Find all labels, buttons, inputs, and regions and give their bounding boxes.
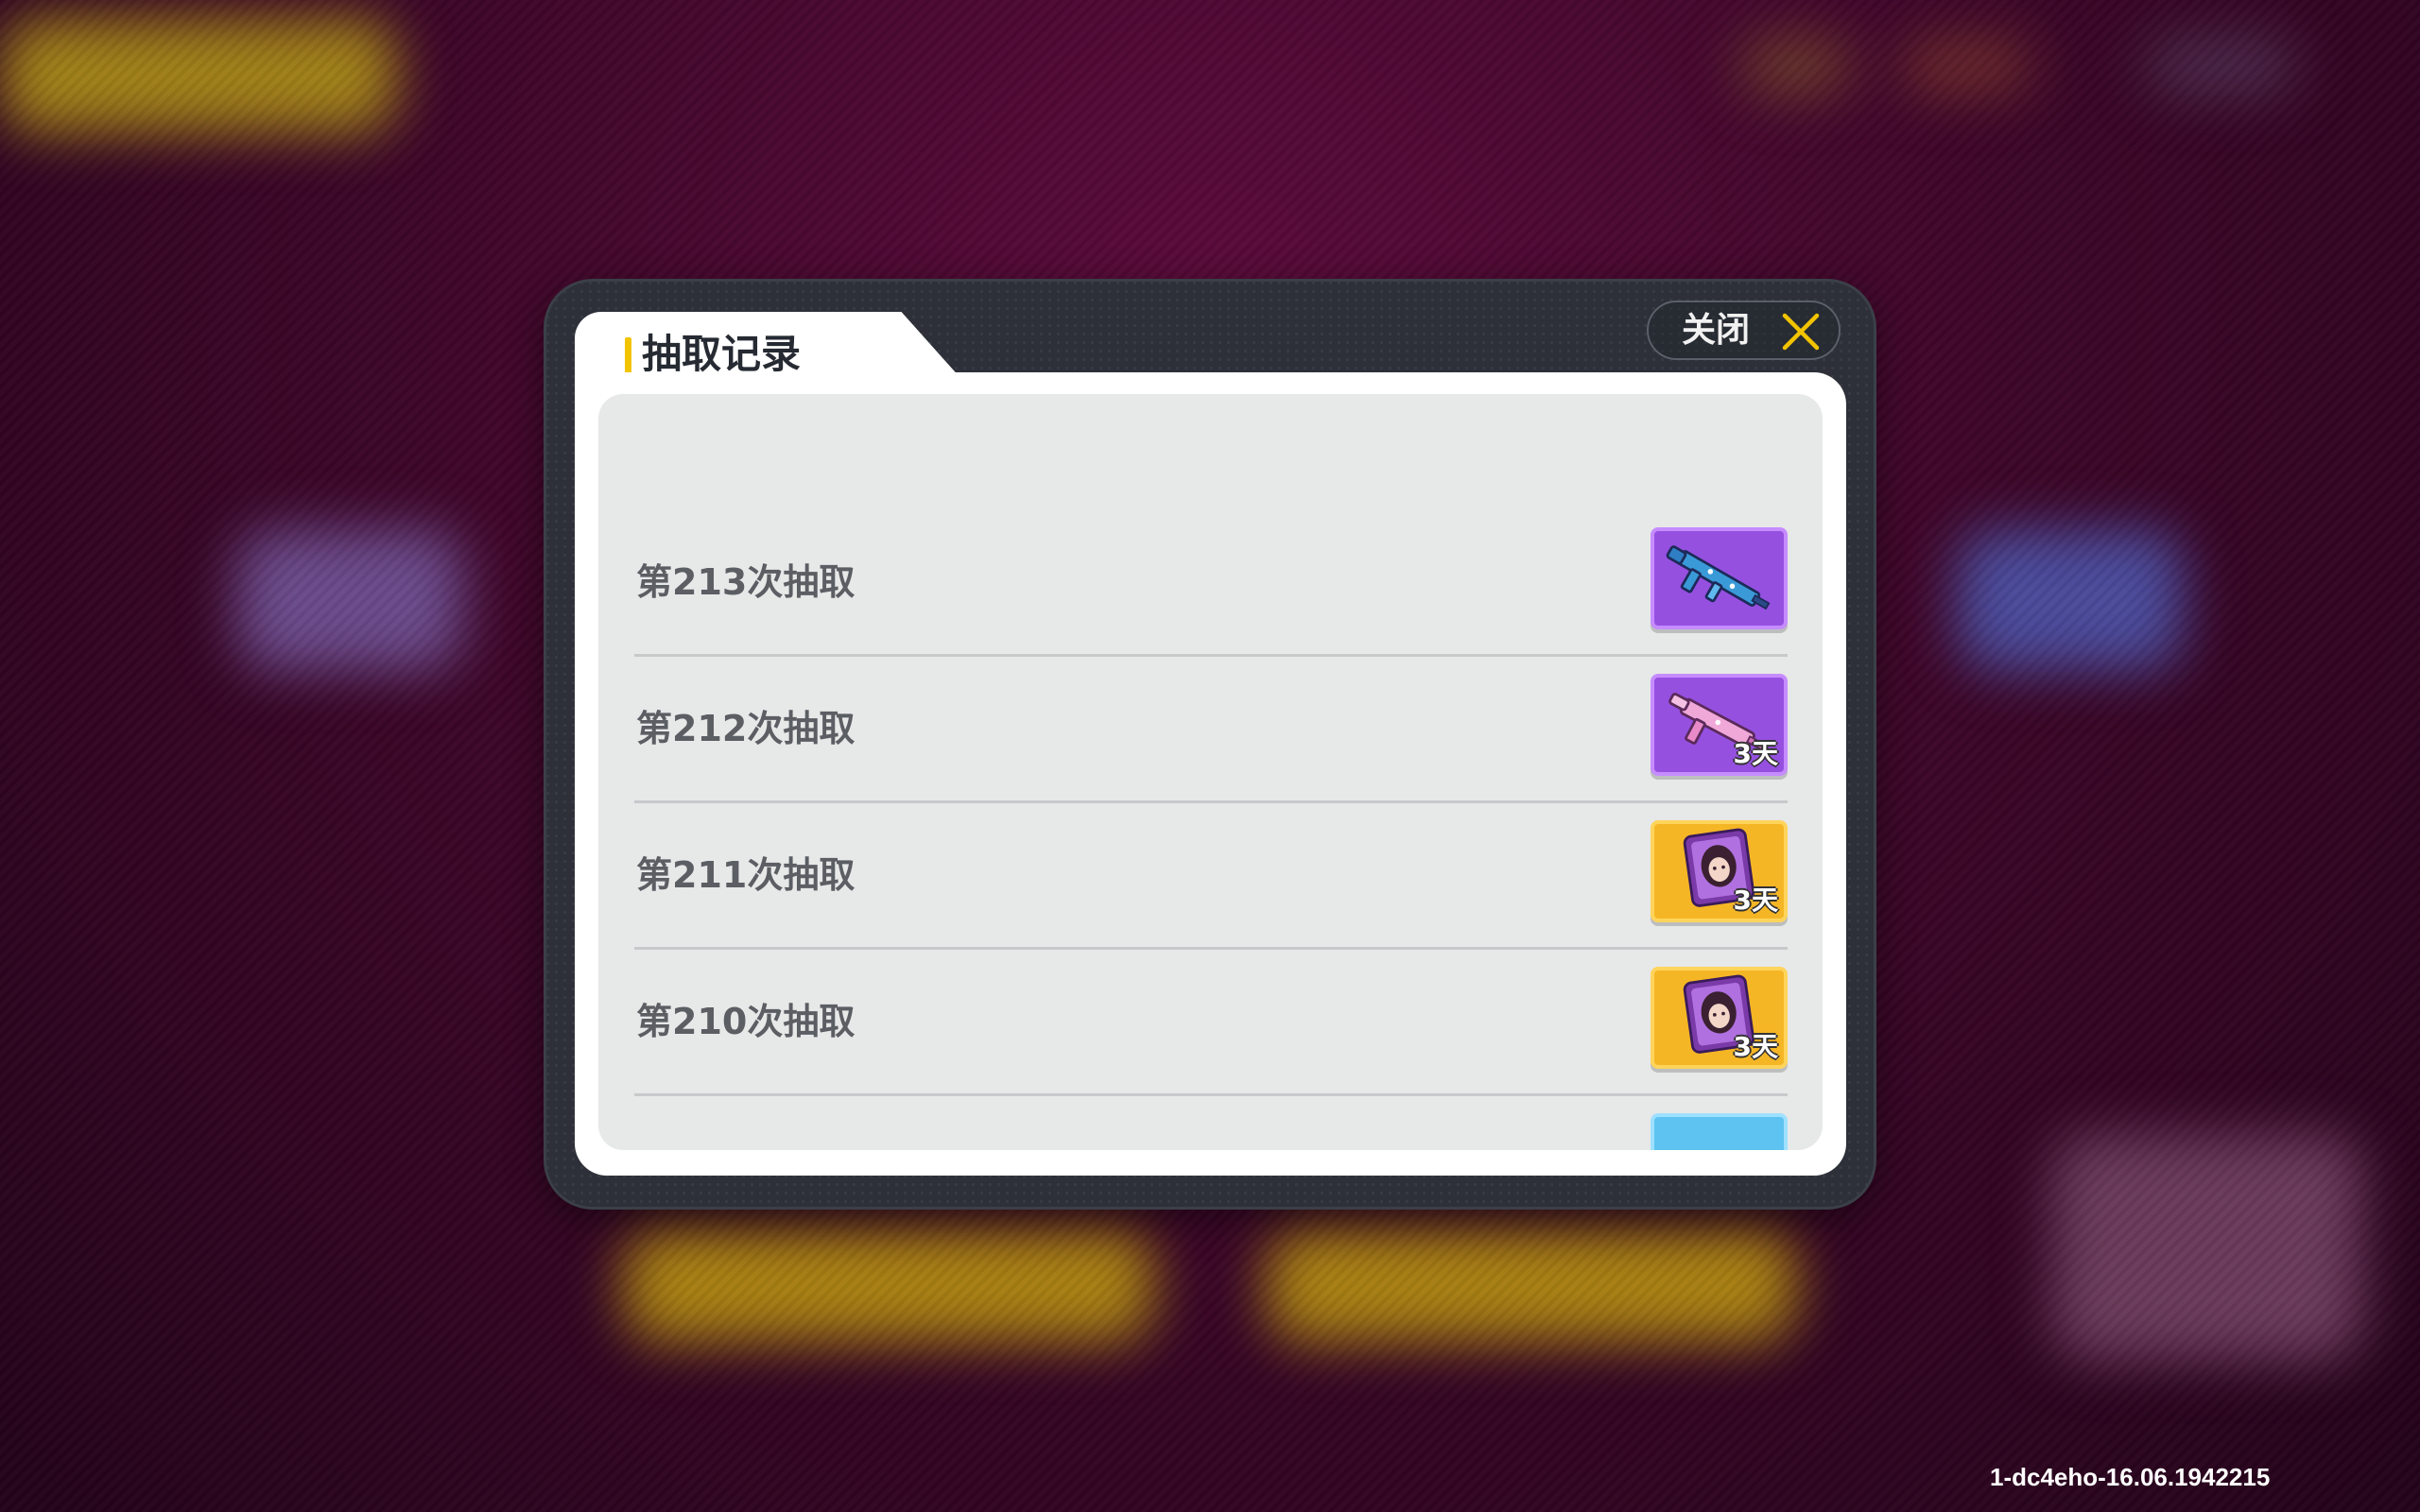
reward-item[interactable]: 3天 (1651, 967, 1788, 1069)
reward-item[interactable]: 3天 (1651, 820, 1788, 922)
build-watermark: 1-dc4eho-16.06.1942215 (1990, 1463, 2271, 1491)
list-item (634, 1093, 1788, 1150)
list-item: 第213次抽取 (634, 507, 1788, 657)
reward-item[interactable] (1651, 527, 1788, 629)
duration-badge: 3天 (1733, 1031, 1778, 1062)
draw-number-label: 第210次抽取 (636, 1001, 856, 1042)
reward-item[interactable]: 3天 (1651, 674, 1788, 776)
blue-rifle-icon (1666, 545, 1771, 610)
close-label: 关闭 (1682, 311, 1751, 350)
reward-item[interactable] (1651, 1113, 1788, 1150)
draw-number-label: 第212次抽取 (636, 708, 856, 749)
dialog-panel: 第213次抽取 第212次抽取 3天 第211次抽取 3天 第210次抽取 3天 (575, 372, 1846, 1176)
close-icon (1782, 313, 1820, 351)
draw-number-label: 第213次抽取 (636, 561, 856, 603)
list-item: 第212次抽取 3天 (634, 654, 1788, 803)
list-item: 第211次抽取 3天 (634, 800, 1788, 950)
draw-number-label: 第211次抽取 (636, 854, 856, 896)
draw-record-list[interactable]: 第213次抽取 第212次抽取 3天 第211次抽取 3天 第210次抽取 3天 (598, 394, 1823, 1150)
duration-badge: 3天 (1733, 738, 1778, 769)
close-button[interactable]: 关闭 (1647, 301, 1841, 360)
duration-badge: 3天 (1733, 885, 1778, 916)
draw-history-dialog: 抽取记录 关闭 第213次抽取 第212次抽取 3天 第211次抽取 3天 第2… (544, 279, 1876, 1210)
tab-accent-bar (625, 337, 631, 373)
list-item: 第210次抽取 3天 (634, 947, 1788, 1096)
